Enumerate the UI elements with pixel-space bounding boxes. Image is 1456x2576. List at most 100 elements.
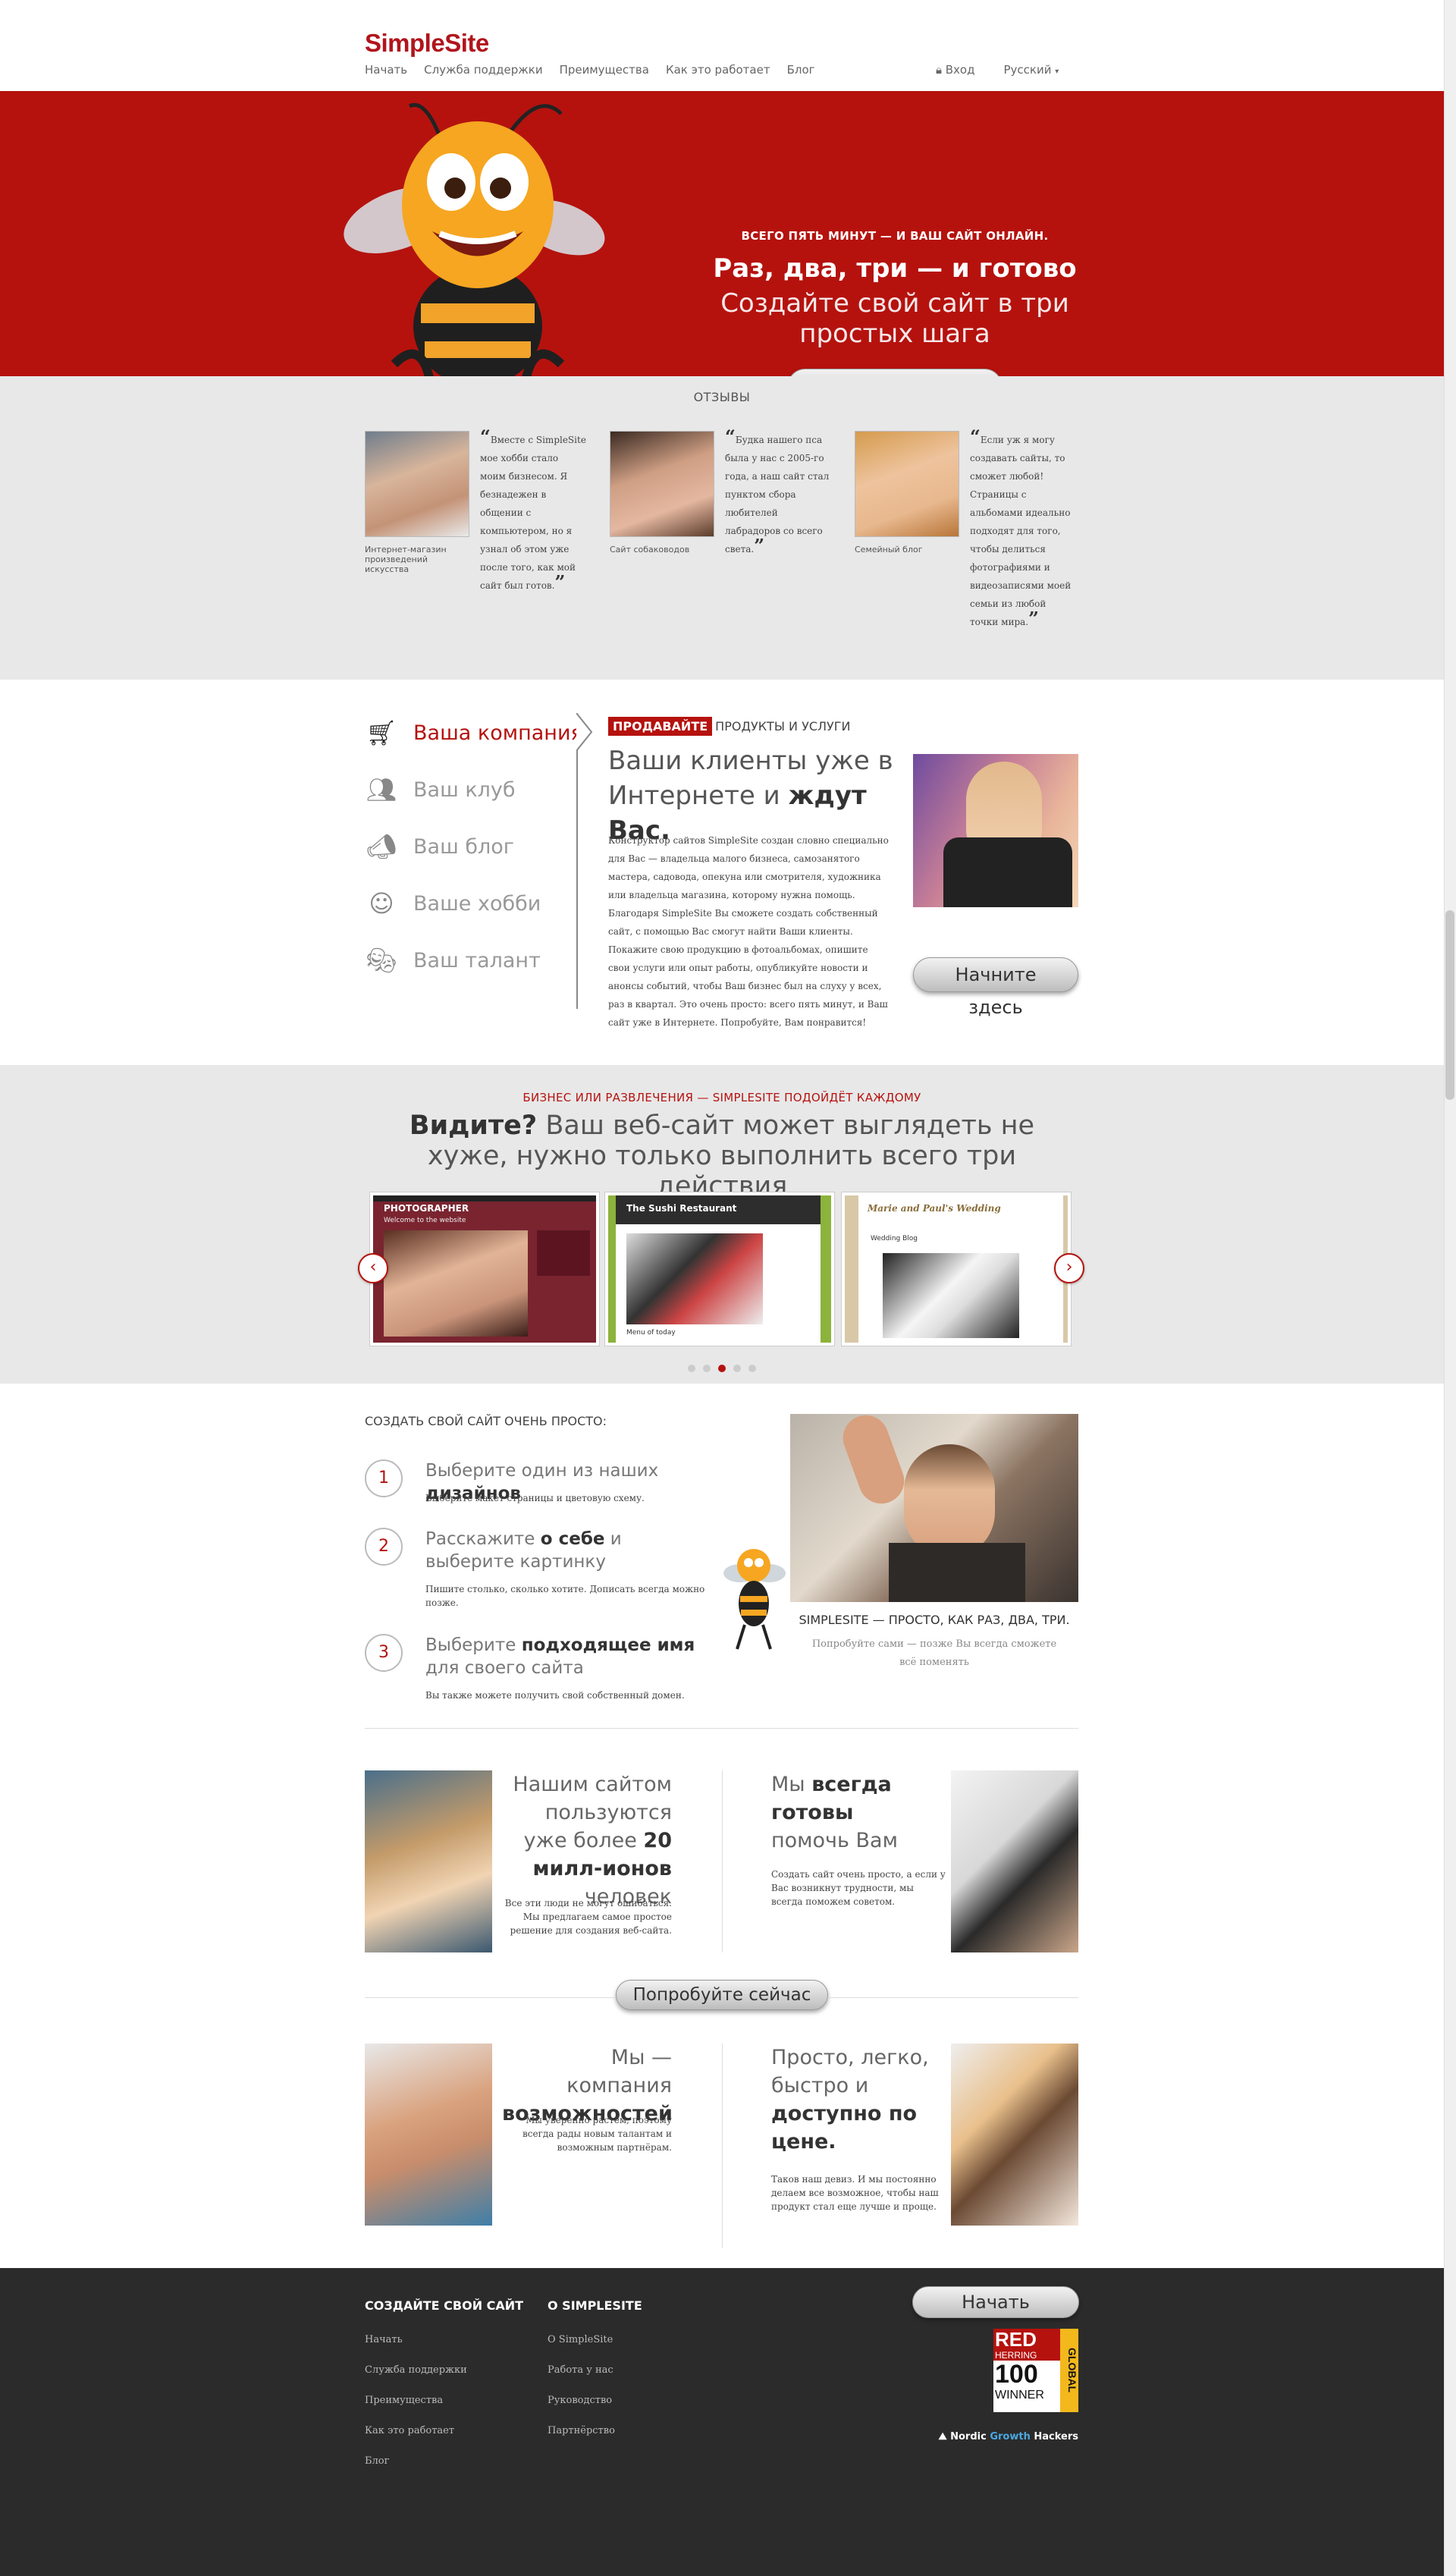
footer-link-partnership[interactable]: Партнёрство xyxy=(548,2416,642,2446)
info-text-support: Создать сайт очень просто, а если у Вас … xyxy=(771,1869,946,1907)
nav-how-it-works[interactable]: Как это работает xyxy=(666,63,770,77)
step-title: Расскажите о себе и выберите картинку xyxy=(425,1528,676,1573)
quote-open-icon: “ xyxy=(480,426,491,448)
users-photo xyxy=(365,1770,492,1952)
page-scrollbar[interactable] xyxy=(1444,0,1456,2576)
feature-photo xyxy=(913,754,1078,907)
template-subtitle: Welcome to the website xyxy=(384,1217,466,1224)
feature-tab-talent[interactable]: 🎭︎ Ваш талант xyxy=(365,945,541,975)
ngh-part-b: Growth xyxy=(990,2431,1031,2442)
testimonial-quote-text: Вместе с SimpleSite мое хобби стало моим… xyxy=(480,435,586,591)
quote-close-icon: ” xyxy=(554,571,566,593)
testimonials-section: ОТЗЫВЫ Интернет-магазин произведений иск… xyxy=(0,376,1444,680)
step-title-pre: Выберите xyxy=(425,1635,516,1655)
testimonial-caption: Семейный блог xyxy=(855,545,923,554)
feature-tab-company[interactable]: 🛒︎ Ваша компания xyxy=(365,718,583,748)
feature-tab-hobby[interactable]: ☺ Ваше хобби xyxy=(365,888,541,919)
divider-line xyxy=(828,1997,1078,1998)
main-nav: Начать Служба поддержки Преимущества Как… xyxy=(365,63,815,77)
laptop-man-photo xyxy=(365,2044,492,2226)
footer-link-how[interactable]: Как это работает xyxy=(365,2416,523,2446)
template-thumbnail[interactable]: PHOTOGRAPHER Welcome to the website xyxy=(370,1192,599,1346)
testimonial-photo xyxy=(610,431,714,537)
badge-winner-text: WINNER xyxy=(995,2389,1044,2402)
divider-line xyxy=(365,1997,615,1998)
testimonials-label: ОТЗЫВЫ xyxy=(693,390,751,404)
info-head-users: Нашим сайтом пользуются уже более 20 мил… xyxy=(502,1770,672,1911)
template-title: PHOTOGRAPHER xyxy=(384,1203,469,1214)
bee-mascot-image xyxy=(344,103,605,394)
footer-link-blog[interactable]: Блог xyxy=(365,2446,523,2477)
headline-bold: Видите? xyxy=(409,1111,538,1141)
feature-start-button[interactable]: Начните xyxy=(913,957,1078,992)
carousel-dots xyxy=(0,1361,1444,1375)
feature-tab-club[interactable]: 👥︎ Ваш клуб xyxy=(365,774,516,805)
tag-sell: ПРОДАВАЙТЕ xyxy=(608,717,713,736)
site-logo[interactable]: SimpleSite xyxy=(365,29,489,58)
nav-support[interactable]: Служба поддержки xyxy=(424,63,542,77)
couple-photo xyxy=(951,2044,1078,2226)
info-head-bold: доступно по цене. xyxy=(771,2102,918,2153)
info-try-button[interactable]: Попробуйте сейчас xyxy=(615,1980,829,2010)
header-right: 🔒︎ Вход Русский ▾ xyxy=(936,63,1059,77)
hero-subtitle: Создайте свой сайт в три простых шага xyxy=(720,288,1069,349)
nav-start[interactable]: Начать xyxy=(365,63,407,77)
footer-col-about: О SIMPLESITE О SimpleSite Работа у нас Р… xyxy=(548,2298,642,2446)
carousel-dot[interactable] xyxy=(733,1365,741,1372)
footer-link-about[interactable]: О SimpleSite xyxy=(548,2325,642,2355)
steps-photo xyxy=(790,1414,1078,1602)
carousel-prev-button[interactable]: ‹ xyxy=(358,1253,388,1283)
features-divider xyxy=(576,713,578,1009)
footer-link-support[interactable]: Служба поддержки xyxy=(365,2355,523,2386)
step-number: 3 xyxy=(365,1634,403,1672)
steps-caption-sub: Попробуйте сами — позже Вы всегда сможет… xyxy=(790,1635,1078,1672)
cart-icon: 🛒︎ xyxy=(366,718,397,747)
template-thumbnail[interactable]: Marie and Paul's Wedding Wedding Blog xyxy=(842,1192,1071,1346)
footer-start-wrap: Начать xyxy=(912,2286,1079,2318)
badge-100-text: 100 xyxy=(995,2360,1038,2389)
hero-kicker: ВСЕГО ПЯТЬ МИНУТ — И ВАШ САЙТ ОНЛАЙН. xyxy=(741,229,1049,243)
login-link[interactable]: 🔒︎ Вход xyxy=(936,63,974,77)
feature-tab-label: Ваше хобби xyxy=(413,891,541,916)
steps-caption: SIMPLESITE — ПРОСТО, КАК РАЗ, ДВА, ТРИ. xyxy=(799,1613,1070,1627)
info-text-users: Все эти люди не могут ошибаться. Мы пред… xyxy=(504,1898,672,1936)
divider-line xyxy=(365,1728,1078,1729)
testimonial-caption: Сайт собаководов xyxy=(610,545,690,554)
template-thumbnail[interactable]: The Sushi Restaurant Menu of today xyxy=(605,1192,834,1346)
login-label: Вход xyxy=(945,63,975,77)
carousel-dot[interactable] xyxy=(703,1365,711,1372)
feature-start-wrap: Начните xyxy=(913,957,1078,992)
info-head-pre: Просто, легко, быстро и xyxy=(771,2046,929,2097)
language-label: Русский xyxy=(1003,63,1052,77)
ngh-part-c: Hackers xyxy=(1034,2431,1078,2442)
chevron-left-icon: ‹ xyxy=(369,1258,377,1277)
quote-open-icon: “ xyxy=(970,426,981,448)
footer-col-create: СОЗДАЙТЕ СВОЙ САЙТ Начать Служба поддерж… xyxy=(365,2298,523,2477)
testimonial-quote: “Вместе с SimpleSite мое хобби стало мои… xyxy=(480,428,586,595)
carousel-dot[interactable] xyxy=(748,1365,756,1372)
feature-tab-blog[interactable]: 📣︎ Ваш блог xyxy=(365,831,514,862)
carousel-dot-active[interactable] xyxy=(718,1365,726,1372)
info-head-pre: Мы xyxy=(771,1773,805,1796)
step-title-bold: подходящее имя xyxy=(521,1635,695,1655)
hero-banner: ВСЕГО ПЯТЬ МИНУТ — И ВАШ САЙТ ОНЛАЙН. Ра… xyxy=(0,91,1444,405)
steps-caption-sub-text: Попробуйте сами — позже Вы всегда сможет… xyxy=(811,1638,1057,1668)
red-herring-badge: RED HERRING 100 WINNER GLOBAL xyxy=(993,2329,1078,2412)
badge-red-text: RED xyxy=(993,2329,1060,2350)
footer-link-jobs[interactable]: Работа у нас xyxy=(548,2355,642,2386)
footer-start-button[interactable]: Начать xyxy=(912,2286,1079,2318)
footer-link-start[interactable]: Начать xyxy=(365,2325,523,2355)
info-head-price: Просто, легко, быстро и доступно по цене… xyxy=(771,2044,930,2156)
nav-advantages[interactable]: Преимущества xyxy=(560,63,649,77)
template-title: Marie and Paul's Wedding xyxy=(868,1203,1001,1214)
mountain-icon: ⛰︎ xyxy=(938,2431,947,2442)
footer-link-advantages[interactable]: Преимущества xyxy=(365,2386,523,2416)
language-select[interactable]: Русский ▾ xyxy=(1003,63,1059,77)
scrollbar-thumb[interactable] xyxy=(1445,910,1454,1100)
carousel-dot[interactable] xyxy=(688,1365,695,1372)
keyboard-photo xyxy=(951,1770,1078,1952)
footer-link-management[interactable]: Руководство xyxy=(548,2386,642,2416)
templates-section: БИЗНЕС ИЛИ РАЗВЛЕЧЕНИЯ — SIMPLESITE ПОДО… xyxy=(0,1065,1444,1384)
carousel-next-button[interactable]: › xyxy=(1054,1253,1084,1283)
nav-blog[interactable]: Блог xyxy=(787,63,815,77)
